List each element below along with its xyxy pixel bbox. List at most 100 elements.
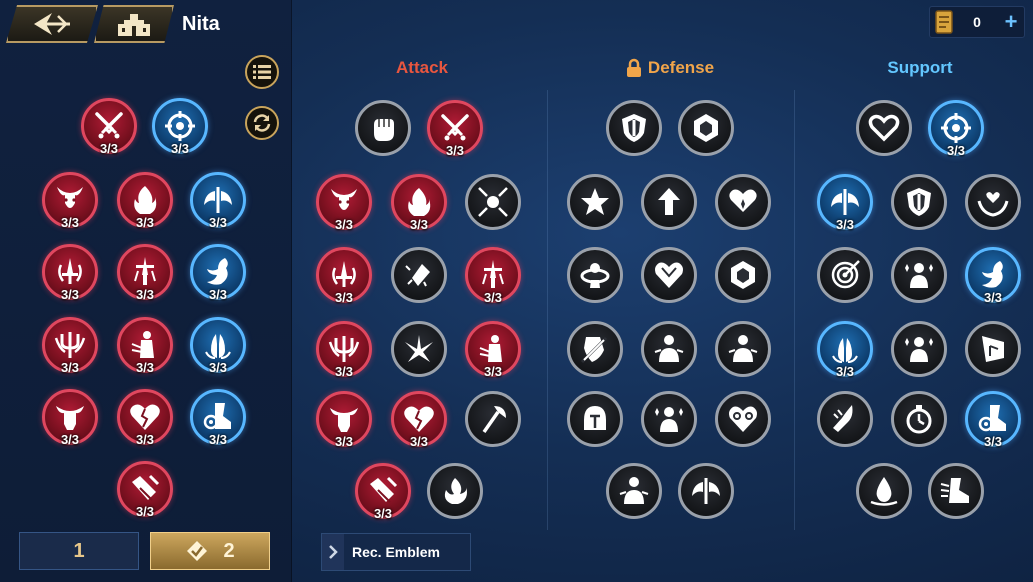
defense-emblem[interactable] [567,321,623,377]
attack-emblem[interactable]: 3/3 [465,321,521,379]
shield-icon [617,111,651,145]
demon-icon [327,185,361,219]
recommended-emblem-button[interactable]: Rec. Emblem [321,533,471,571]
praying-hands-icon [828,332,862,366]
equipped-emblem[interactable]: 3/3 [190,244,246,302]
support-emblem[interactable]: 3/3 [928,100,984,158]
stopwatch-icon [902,402,936,436]
list-button[interactable] [245,55,279,89]
defense-emblem[interactable] [567,391,623,447]
defense-emblem[interactable] [678,100,734,156]
equipped-emblem-slot[interactable]: 3/3 [81,98,137,156]
hands-heart-icon [976,185,1010,219]
back-arrow-icon [34,13,70,35]
defense-title: Defense [647,58,715,77]
lock-icon [626,58,641,77]
attack-emblem[interactable] [355,100,411,156]
attack-emblem[interactable] [427,463,483,519]
defense-emblem[interactable] [715,391,771,447]
swap-button[interactable] [245,106,279,140]
defense-emblem[interactable] [641,321,697,377]
castle-icon [118,14,150,36]
wing-shield-icon [828,185,862,219]
blood-sword-icon [128,255,162,289]
support-emblem[interactable] [891,391,947,447]
flame-icon [128,183,162,217]
defense-emblem[interactable] [606,463,662,519]
axe-icon [476,402,510,436]
wing-shield-icon [689,474,723,508]
support-emblem[interactable] [856,463,912,519]
equipped-emblem[interactable]: 3/3 [117,389,173,447]
defense-emblem[interactable] [567,247,623,303]
support-emblem[interactable]: 3/3 [965,247,1021,305]
equipped-emblem[interactable]: 3/3 [42,172,98,230]
fist-icon [366,111,400,145]
fist-strike-icon [128,472,162,506]
defense-emblem[interactable] [641,391,697,447]
defense-emblem[interactable] [567,174,623,230]
chevron-right-icon [322,534,344,570]
support-emblem[interactable]: 3/3 [817,321,873,379]
support-emblem[interactable] [817,391,873,447]
crossed-swords-icon [438,111,472,145]
defense-emblem[interactable] [715,174,771,230]
attack-emblem[interactable] [465,174,521,230]
list-icon [253,65,271,79]
bullseye-icon [828,258,862,292]
attack-emblem[interactable]: 3/3 [316,174,372,232]
attack-emblem[interactable]: 3/3 [316,247,372,305]
equipped-emblem[interactable]: 3/3 [117,461,173,519]
support-emblem[interactable] [928,463,984,519]
hero-name: Nita [182,12,220,35]
equipped-emblem-slot[interactable]: 3/3 [152,98,208,156]
attack-emblem[interactable]: 3/3 [355,463,411,521]
equipped-emblem[interactable]: 3/3 [190,389,246,447]
support-emblem[interactable] [856,100,912,156]
support-emblem[interactable]: 3/3 [965,391,1021,449]
attack-emblem[interactable]: 3/3 [316,391,372,449]
defense-emblem[interactable] [715,321,771,377]
loadout-tab-2[interactable]: 2 [150,532,270,570]
support-emblem[interactable] [891,247,947,303]
equipped-emblem[interactable]: 3/3 [190,317,246,375]
loadout-tab-1[interactable]: 1 [19,532,139,570]
support-emblem[interactable] [891,321,947,377]
trident-icon [53,328,87,362]
blood-sword-icon [476,258,510,292]
crossed-swords-icon [92,109,126,143]
attack-emblem[interactable] [391,321,447,377]
equipped-emblem[interactable]: 3/3 [190,172,246,230]
attack-emblem[interactable]: 3/3 [316,321,372,379]
home-button[interactable] [94,5,174,43]
equipped-emblem[interactable]: 3/3 [42,244,98,302]
attack-emblem[interactable]: 3/3 [391,391,447,449]
dolphin-icon [976,258,1010,292]
attack-emblem[interactable]: 3/3 [465,247,521,305]
attack-emblem[interactable] [391,247,447,303]
add-currency-button[interactable]: + [998,8,1024,36]
support-emblem[interactable] [891,174,947,230]
defense-emblem[interactable] [678,463,734,519]
defense-emblem[interactable] [641,174,697,230]
back-button[interactable] [6,5,98,43]
support-emblem[interactable] [817,247,873,303]
scroll-token-icon [935,10,953,34]
attack-emblem[interactable]: 3/3 [391,174,447,232]
trident-icon [327,332,361,366]
equipped-emblem[interactable]: 3/3 [117,317,173,375]
defense-emblem[interactable] [641,247,697,303]
dolphin-icon [201,255,235,289]
support-emblem[interactable] [965,174,1021,230]
attack-emblem[interactable] [465,391,521,447]
person-icon [617,474,651,508]
equipped-emblem[interactable]: 3/3 [117,244,173,302]
equipped-emblem[interactable]: 3/3 [42,389,98,447]
defense-emblem[interactable] [715,247,771,303]
equipped-emblem[interactable]: 3/3 [42,317,98,375]
support-emblem[interactable] [965,321,1021,377]
support-emblem[interactable]: 3/3 [817,174,873,232]
defense-emblem[interactable] [606,100,662,156]
equipped-emblem[interactable]: 3/3 [117,172,173,230]
attack-emblem[interactable]: 3/3 [427,100,483,158]
